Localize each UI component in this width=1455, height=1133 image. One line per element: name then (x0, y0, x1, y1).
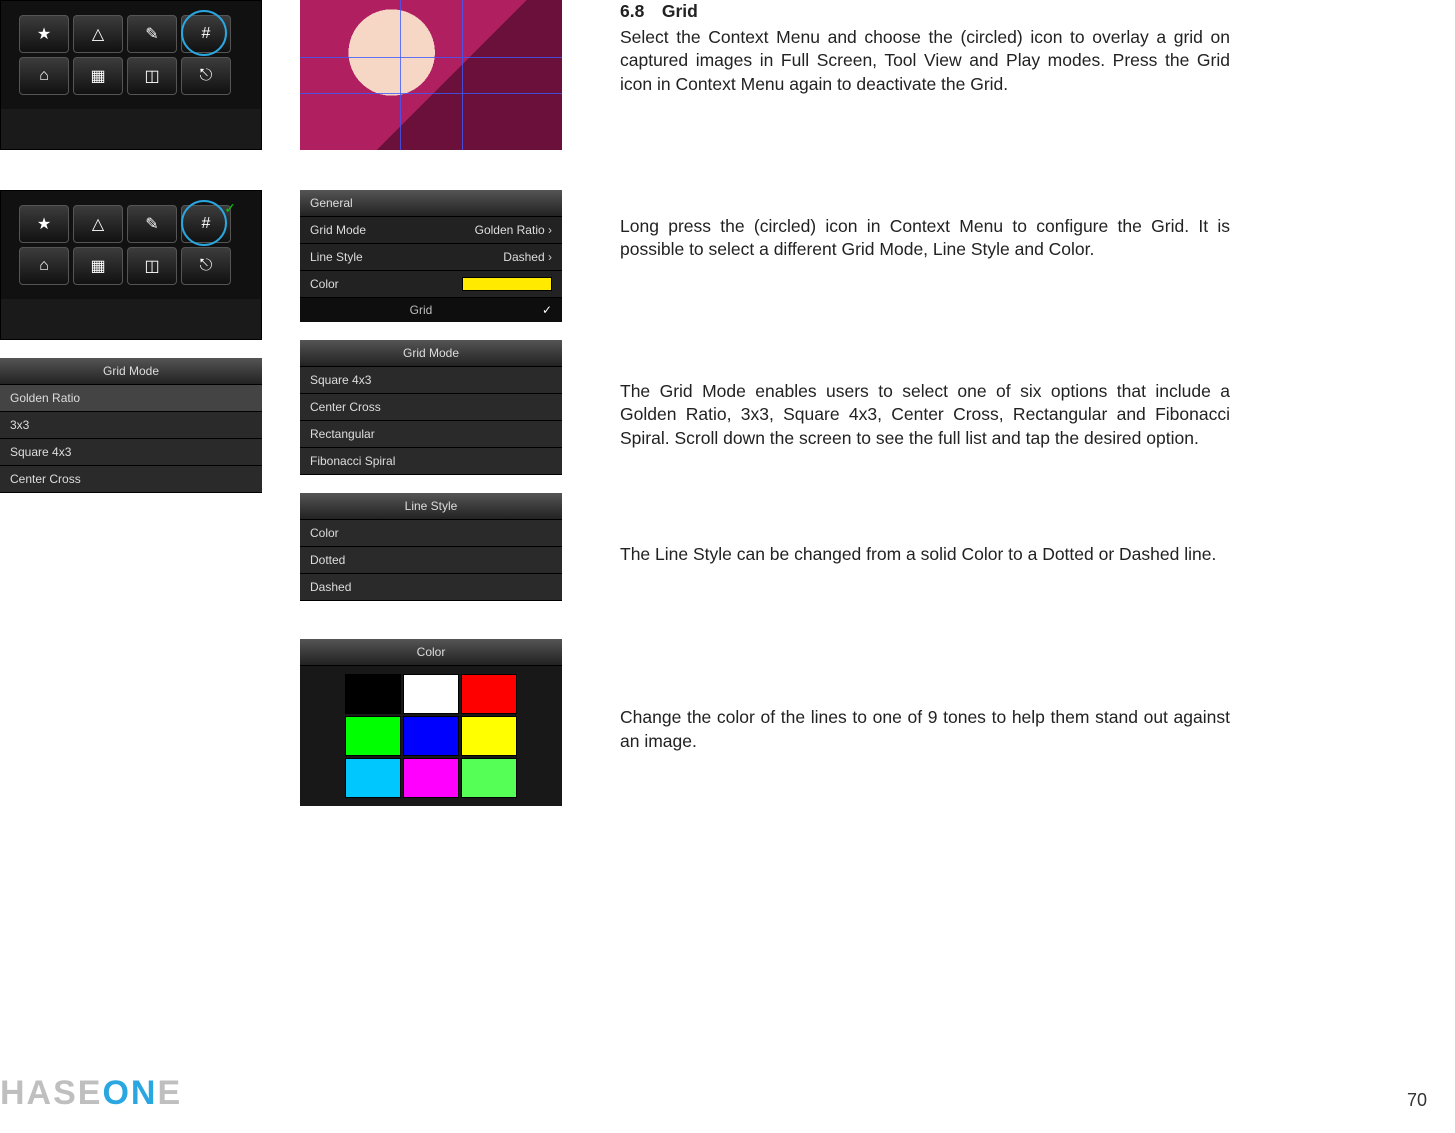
swatch-white[interactable] (403, 674, 459, 714)
column-text: 6.8 Grid Select the Context Menu and cho… (620, 0, 1230, 784)
highlight-circle (181, 10, 227, 56)
swatch-magenta[interactable] (403, 758, 459, 798)
thumbnails-icon[interactable]: ▦ (73, 57, 123, 95)
swatch-lime[interactable] (461, 758, 517, 798)
context-menu: ★ △ ✎ # ✓ ⌂ ▦ ◫ ⎋ (1, 191, 261, 299)
chevron-right-icon: › (548, 223, 552, 237)
panel-header: Grid Mode (300, 340, 562, 367)
column-mid: General Grid Mode Golden Ratio › Line St… (300, 0, 570, 806)
swatch-cyan[interactable] (345, 758, 401, 798)
chevron-right-icon: › (548, 250, 552, 264)
option-golden-ratio[interactable]: Golden Ratio (0, 385, 262, 412)
video-icon[interactable]: ⎋ (181, 247, 231, 285)
logo-part-e: E (157, 1074, 182, 1112)
dual-view-icon[interactable]: ◫ (127, 57, 177, 95)
setting-label: Grid Mode (310, 223, 366, 237)
settings-footer: Grid ✓ (300, 298, 562, 322)
settings-header: General (300, 190, 562, 217)
setting-value: Dashed (503, 250, 544, 264)
setting-value: Golden Ratio (475, 223, 545, 237)
setting-row-grid-mode[interactable]: Grid Mode Golden Ratio › (300, 217, 562, 244)
setting-row-color[interactable]: Color (300, 271, 562, 298)
setting-label: Line Style (310, 250, 363, 264)
logo-part-on: ON (102, 1074, 157, 1112)
option-dashed[interactable]: Dashed (300, 574, 562, 601)
option-square-4x3[interactable]: Square 4x3 (0, 439, 262, 466)
column-left: ★ △ ✎ # ⌂ ▦ ◫ ⎋ ★ △ ✎ # ✓ ⌂ (0, 0, 270, 493)
eyedropper-icon[interactable]: ✎ (127, 15, 177, 53)
setting-label: Color (310, 277, 339, 291)
paragraph-4: The Line Style can be changed from a sol… (620, 543, 1230, 567)
paragraph-1: Select the Context Menu and choose the (… (620, 26, 1230, 97)
option-dotted[interactable]: Dotted (300, 547, 562, 574)
home-icon[interactable]: ⌂ (19, 247, 69, 285)
page: ★ △ ✎ # ⌂ ▦ ◫ ⎋ ★ △ ✎ # ✓ ⌂ (0, 0, 1455, 1133)
star-icon[interactable]: ★ (19, 15, 69, 53)
swatch-yellow[interactable] (461, 716, 517, 756)
highlight-circle (181, 200, 227, 246)
panel-header: Line Style (300, 493, 562, 520)
section-title: 6.8 Grid (620, 0, 1230, 24)
settings-footer-label: Grid (410, 303, 433, 317)
grid-icon[interactable]: # (181, 15, 231, 53)
option-3x3[interactable]: 3x3 (0, 412, 262, 439)
option-center-cross[interactable]: Center Cross (0, 466, 262, 493)
option-square-4x3[interactable]: Square 4x3 (300, 367, 562, 394)
thumbnails-icon[interactable]: ▦ (73, 247, 123, 285)
dual-view-icon[interactable]: ◫ (127, 247, 177, 285)
swatch-blue[interactable] (403, 716, 459, 756)
context-menu: ★ △ ✎ # ⌂ ▦ ◫ ⎋ (1, 1, 261, 109)
panel-header: Grid Mode (0, 358, 262, 385)
panel-line-style: Line Style Color Dotted Dashed (300, 493, 562, 601)
panel-grid-mode-b: Grid Mode Square 4x3 Center Cross Rectan… (300, 340, 562, 475)
swatch-red[interactable] (461, 674, 517, 714)
page-number: 70 (1407, 1090, 1427, 1111)
panel-color: Color (300, 639, 562, 806)
home-icon[interactable]: ⌂ (19, 57, 69, 95)
color-swatch-preview (462, 277, 552, 291)
checkmark-icon: ✓ (224, 200, 236, 217)
screenshot-photo-with-grid (300, 0, 562, 150)
screenshot-context-menu-2: ★ △ ✎ # ✓ ⌂ ▦ ◫ ⎋ (0, 190, 262, 340)
screenshot-context-menu-1: ★ △ ✎ # ⌂ ▦ ◫ ⎋ (0, 0, 262, 150)
paragraph-3: The Grid Mode enables users to select on… (620, 380, 1230, 451)
grid-icon[interactable]: # ✓ (181, 205, 231, 243)
star-icon[interactable]: ★ (19, 205, 69, 243)
option-rectangular[interactable]: Rectangular (300, 421, 562, 448)
warning-icon[interactable]: △ (73, 205, 123, 243)
option-color[interactable]: Color (300, 520, 562, 547)
swatch-green[interactable] (345, 716, 401, 756)
logo-part-hase: HASE (0, 1074, 102, 1112)
panel-grid-mode-a: Grid Mode Golden Ratio 3x3 Square 4x3 Ce… (0, 358, 262, 493)
brand-logo: HASEONE (0, 1074, 182, 1113)
paragraph-2: Long press the (circled) icon in Context… (620, 215, 1230, 262)
grid-overlay (300, 0, 562, 150)
color-grid (300, 666, 562, 806)
option-fibonacci-spiral[interactable]: Fibonacci Spiral (300, 448, 562, 475)
panel-header: Color (300, 639, 562, 666)
paragraph-5: Change the color of the lines to one of … (620, 706, 1230, 753)
video-icon[interactable]: ⎋ (181, 57, 231, 95)
panel-grid-settings: General Grid Mode Golden Ratio › Line St… (300, 190, 562, 322)
swatch-black[interactable] (345, 674, 401, 714)
checkmark-icon: ✓ (542, 303, 562, 317)
option-center-cross[interactable]: Center Cross (300, 394, 562, 421)
eyedropper-icon[interactable]: ✎ (127, 205, 177, 243)
setting-row-line-style[interactable]: Line Style Dashed › (300, 244, 562, 271)
warning-icon[interactable]: △ (73, 15, 123, 53)
